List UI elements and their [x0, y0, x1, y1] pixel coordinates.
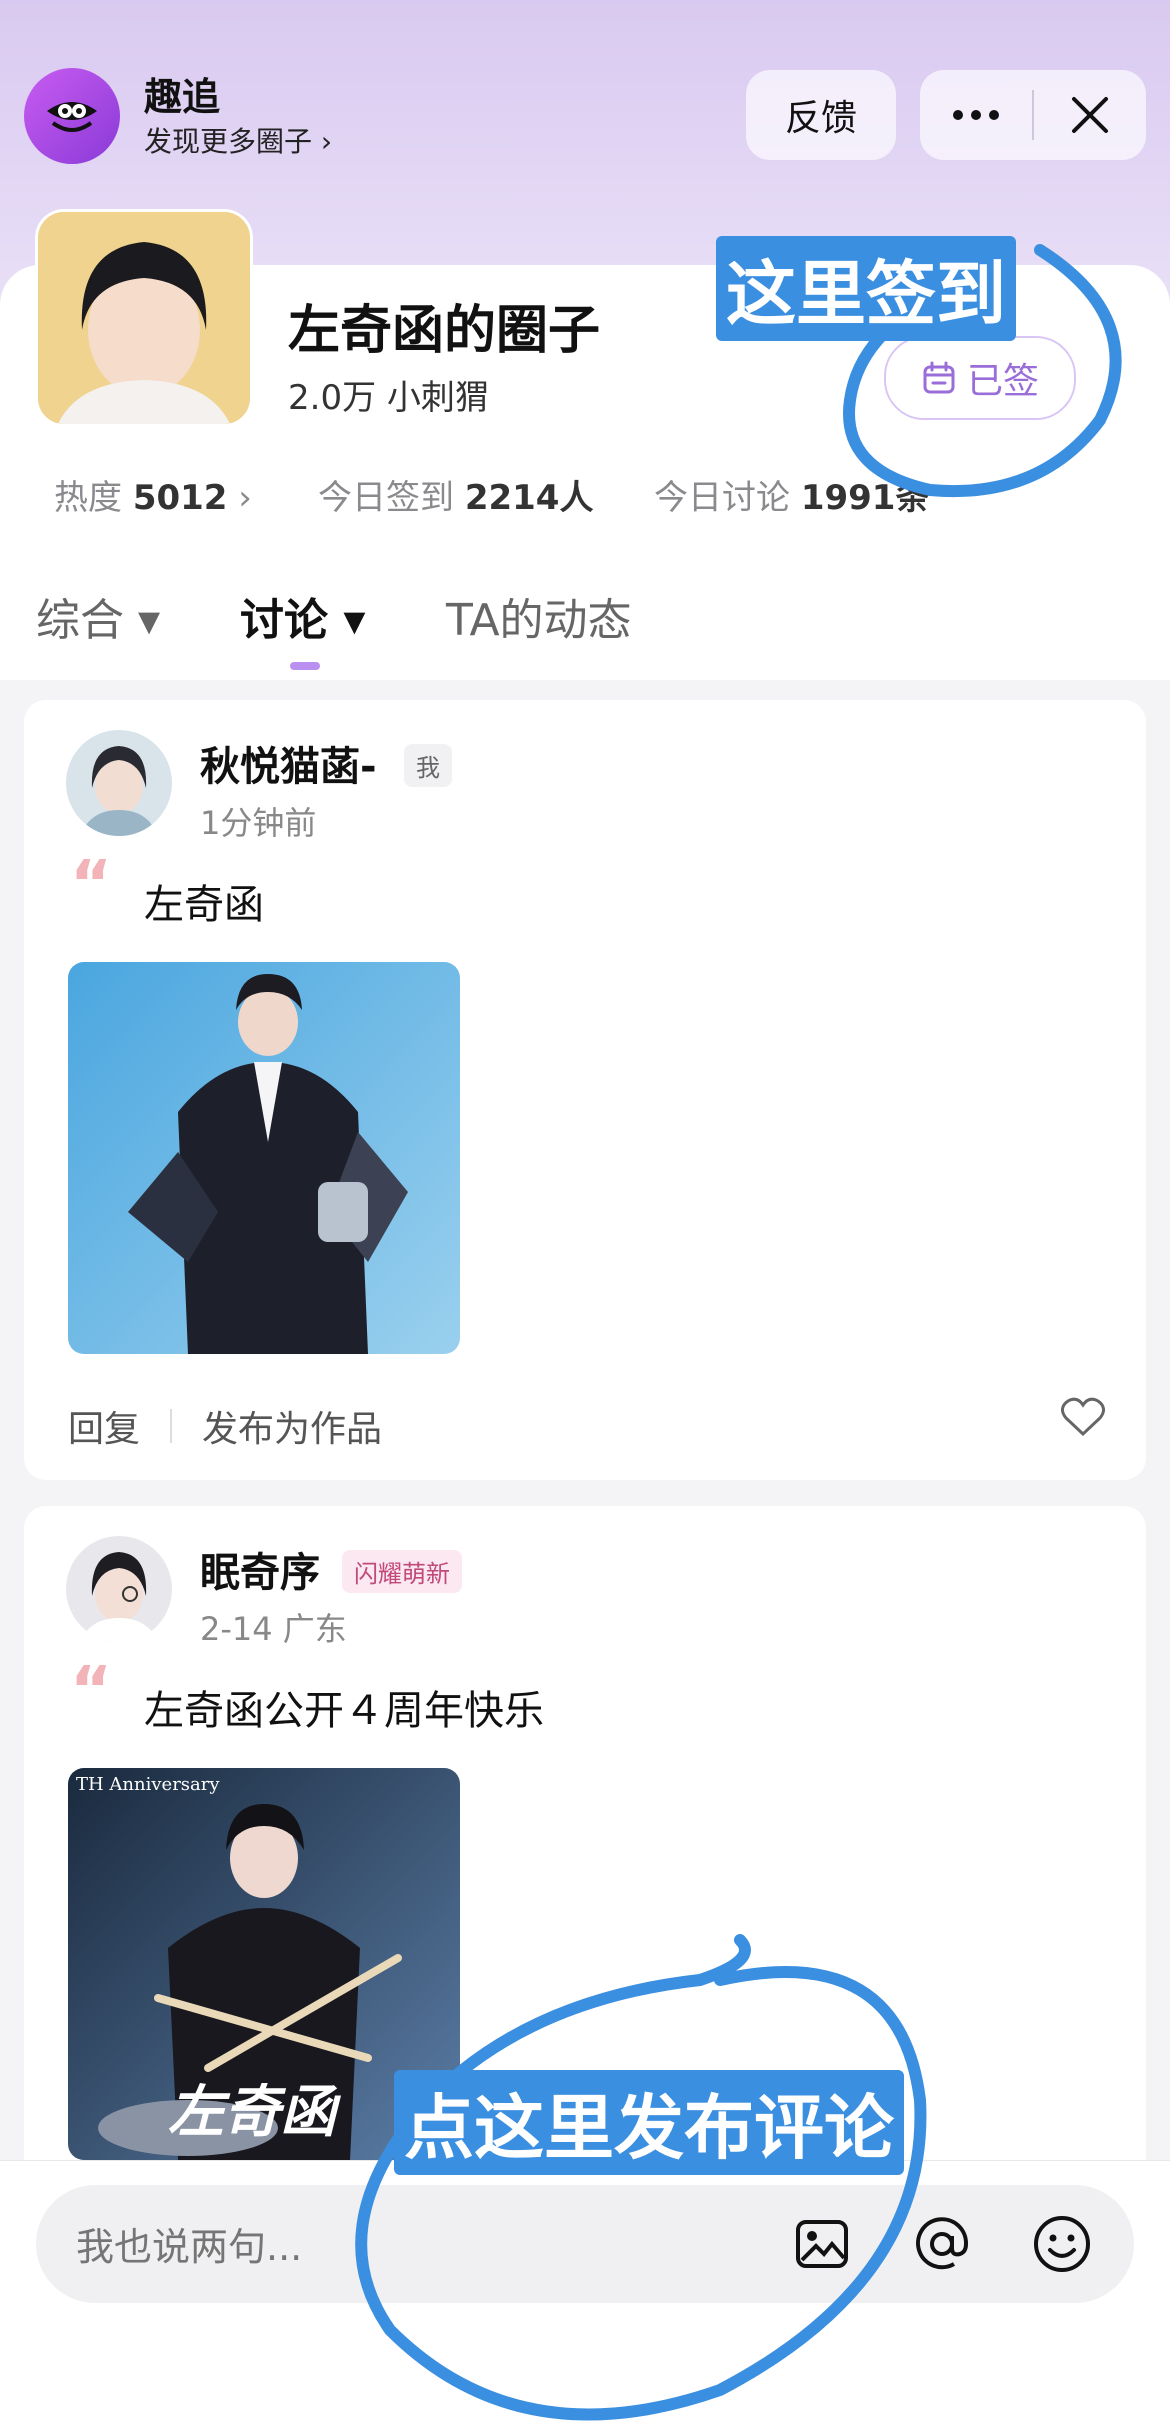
post-card: 秋悦猫菡- 我 1分钟前 “ 左奇函 回复 发布为作品 [24, 700, 1146, 1480]
tab-general[interactable]: 综合 ▾ [36, 584, 160, 648]
post-text: 左奇函 [144, 882, 264, 928]
discuss-stat: 今日讨论 1991条 [654, 478, 930, 518]
emoji-icon[interactable] [1030, 2212, 1094, 2276]
status-badge: 我 [404, 744, 452, 787]
heart-icon[interactable] [1060, 1396, 1106, 1442]
avatar[interactable] [66, 1536, 172, 1642]
tab-ta-updates[interactable]: TA的动态 [446, 584, 632, 648]
app-logo[interactable] [24, 68, 120, 164]
post-time: 2-14 广东 [200, 1610, 347, 1648]
circle-name: 左奇函的圈子 [288, 301, 601, 361]
post-text: 左奇函公开４周年快乐 [144, 1688, 544, 1734]
circle-avatar[interactable] [38, 212, 250, 424]
annotation-sign-here: 这里签到 [716, 236, 1016, 341]
close-icon[interactable] [1034, 70, 1146, 160]
tab-discussion[interactable]: 讨论 ▾ [240, 584, 365, 648]
image-icon[interactable] [790, 2212, 854, 2276]
quote-icon: “ [70, 848, 113, 922]
status-badge: 闪耀萌新 [342, 1550, 462, 1593]
eye-logo-icon [47, 102, 97, 132]
heat-stat[interactable]: 热度 5012 › [54, 470, 252, 519]
mention-icon[interactable] [910, 2212, 974, 2276]
image-caption-corner: TH Anniversary [76, 1774, 220, 1795]
window-controls [920, 70, 1146, 160]
signin-label: 已签 [966, 361, 1039, 402]
app-name: 趣追 [144, 75, 221, 119]
more-icon[interactable] [920, 70, 1032, 160]
post-image[interactable] [68, 962, 460, 1354]
calendar-icon [923, 361, 955, 394]
post-actions: 回复 发布为作品 [68, 1400, 382, 1452]
signin-button[interactable]: 已签 [884, 336, 1076, 420]
quote-icon: “ [70, 1654, 113, 1728]
comment-input[interactable] [74, 2218, 638, 2276]
discover-more-link[interactable]: 发现更多圈子 › [144, 120, 332, 160]
annotation-comment-here: 点这里发布评论 [394, 2070, 904, 2175]
feedback-button[interactable]: 反馈 [746, 70, 896, 160]
avatar[interactable] [66, 730, 172, 836]
active-tab-indicator [290, 662, 320, 670]
divider [170, 1409, 173, 1443]
signin-stat: 今日签到 2214人 [318, 478, 594, 518]
publish-as-work-button[interactable]: 发布为作品 [202, 1400, 382, 1452]
post-author[interactable]: 眠奇序 [200, 1540, 320, 1598]
post-time: 1分钟前 [200, 804, 317, 842]
reply-button[interactable]: 回复 [68, 1400, 140, 1452]
image-caption: 左奇函 [168, 2080, 336, 2145]
post-author[interactable]: 秋悦猫菡- [200, 734, 377, 792]
circle-member-count: 2.0万 小刺猬 [288, 378, 489, 418]
